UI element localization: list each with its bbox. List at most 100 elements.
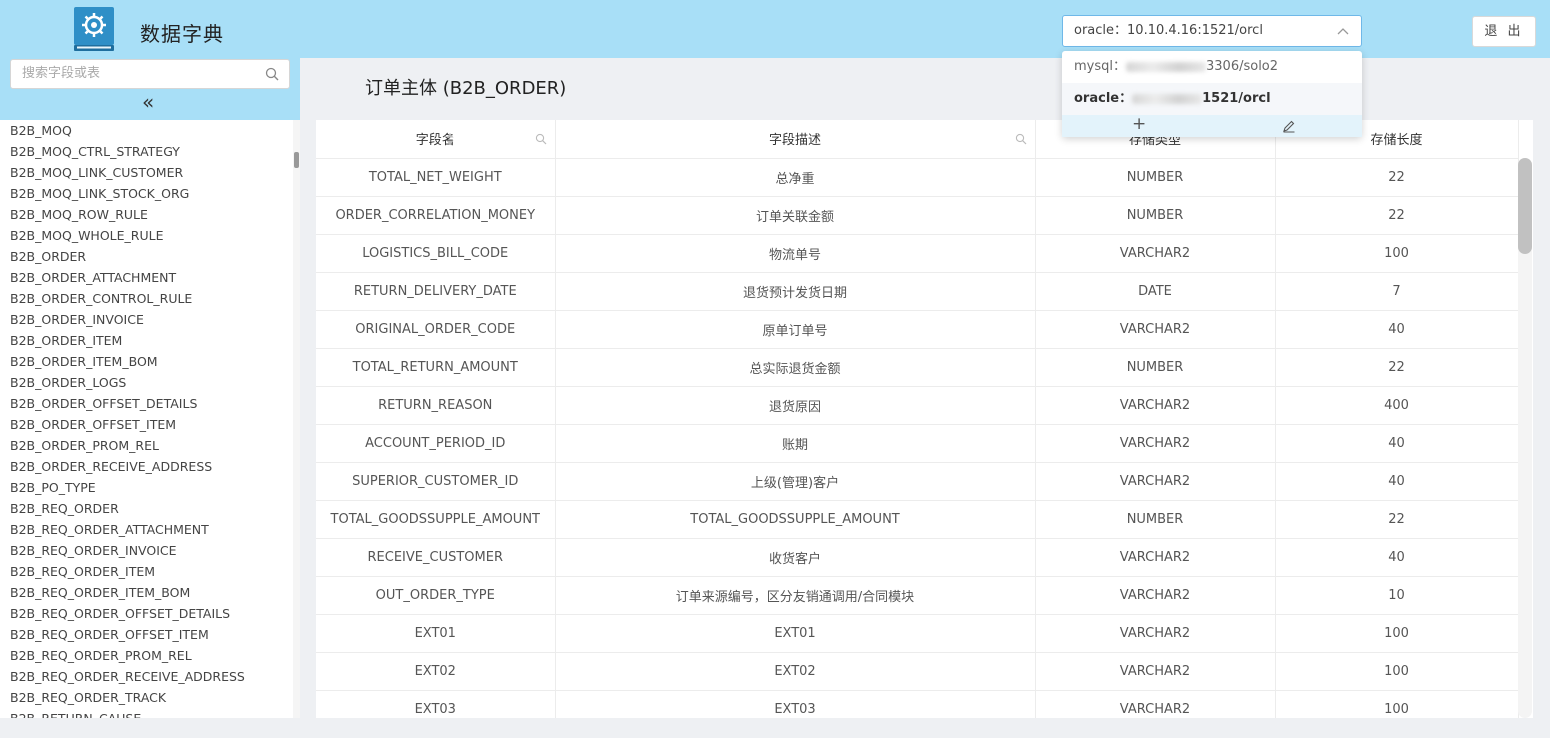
option-suffix: 1521/orcl — [1202, 91, 1271, 106]
cell-description: 收货客户 — [555, 538, 1036, 577]
table-row[interactable]: EXT01 EXT01 VARCHAR2 100 — [316, 614, 1519, 653]
table-row[interactable]: ACCOUNT_PERIOD_ID 账期 VARCHAR2 40 — [316, 424, 1519, 463]
cell-field-name: OUT_ORDER_TYPE — [316, 576, 556, 615]
sidebar-scrollbar[interactable] — [293, 120, 300, 718]
table-row[interactable]: TOTAL_RETURN_AMOUNT 总实际退货金额 NUMBER 22 — [316, 348, 1519, 387]
sidebar-item[interactable]: B2B_REQ_ORDER_INVOICE — [0, 540, 300, 561]
page-title: 订单主体 (B2B_ORDER) — [365, 78, 567, 99]
sidebar-scrollbar-thumb[interactable] — [294, 152, 299, 168]
cell-storage-length: 100 — [1275, 690, 1519, 718]
sidebar-item[interactable]: B2B_MOQ_CTRL_STRATEGY — [0, 141, 300, 162]
redacted-host — [1126, 61, 1206, 72]
database-option-selected[interactable]: oracle： 1521/orcl — [1062, 83, 1362, 115]
table-row[interactable]: SUPERIOR_CUSTOMER_ID 上级(管理)客户 VARCHAR2 40 — [316, 462, 1519, 501]
table-row[interactable]: RETURN_REASON 退货原因 VARCHAR2 400 — [316, 386, 1519, 425]
cell-storage-length: 22 — [1275, 158, 1519, 197]
table-row[interactable]: ORIGINAL_ORDER_CODE 原单订单号 VARCHAR2 40 — [316, 310, 1519, 349]
cell-storage-length: 22 — [1275, 348, 1519, 387]
table-row[interactable]: ORDER_CORRELATION_MONEY 订单关联金额 NUMBER 22 — [316, 196, 1519, 235]
database-select[interactable]: oracle：10.10.4.16:1521/orcl — [1062, 15, 1362, 47]
sidebar-item[interactable]: B2B_MOQ_ROW_RULE — [0, 204, 300, 225]
column-header-field-name[interactable]: 字段名 — [316, 120, 556, 159]
chevron-up-icon — [1337, 28, 1349, 35]
sidebar-item[interactable]: B2B_PO_TYPE — [0, 477, 300, 498]
sidebar-item[interactable]: B2B_ORDER_OFFSET_ITEM — [0, 414, 300, 435]
cell-storage-length: 22 — [1275, 500, 1519, 539]
sidebar-item[interactable]: B2B_ORDER_RECEIVE_ADDRESS — [0, 456, 300, 477]
cell-field-name: EXT02 — [316, 652, 556, 691]
search-icon[interactable] — [535, 133, 547, 145]
logout-button[interactable]: 退 出 — [1472, 16, 1536, 47]
search-input[interactable]: 搜索字段或表 — [10, 59, 290, 89]
cell-description: TOTAL_GOODSSUPPLE_AMOUNT — [555, 500, 1036, 539]
sidebar-item[interactable]: B2B_REQ_ORDER_OFFSET_ITEM — [0, 624, 300, 645]
cell-description: 退货原因 — [555, 386, 1036, 425]
pencil-icon[interactable] — [1282, 119, 1296, 133]
cell-field-name: EXT03 — [316, 690, 556, 718]
table-row[interactable]: EXT02 EXT02 VARCHAR2 100 — [316, 652, 1519, 691]
column-header-label: 存储长度 — [1370, 133, 1423, 149]
sidebar-item[interactable]: B2B_MOQ_WHOLE_RULE — [0, 225, 300, 246]
cell-storage-type: DATE — [1035, 272, 1276, 311]
dropdown-actions: + — [1062, 115, 1362, 137]
cell-field-name: ORDER_CORRELATION_MONEY — [316, 196, 556, 235]
sidebar-item[interactable]: B2B_REQ_ORDER_ITEM — [0, 561, 300, 582]
collapse-sidebar-button[interactable]: « — [142, 92, 160, 113]
sidebar-item[interactable]: B2B_REQ_ORDER_RECEIVE_ADDRESS — [0, 666, 300, 687]
search-placeholder: 搜索字段或表 — [22, 66, 101, 81]
cell-storage-length: 10 — [1275, 576, 1519, 615]
sidebar-item[interactable]: B2B_REQ_ORDER_OFFSET_DETAILS — [0, 603, 300, 624]
column-header-label: 字段描述 — [768, 133, 821, 149]
cell-description: 订单来源编号，区分友销通调用/合同模块 — [555, 576, 1036, 615]
cell-description: 总净重 — [555, 158, 1036, 197]
sidebar-item[interactable]: B2B_MOQ — [0, 120, 300, 141]
sidebar-item[interactable]: B2B_ORDER_ITEM_BOM — [0, 351, 300, 372]
column-header-description[interactable]: 字段描述 — [555, 120, 1036, 159]
sidebar-item[interactable]: B2B_ORDER_PROM_REL — [0, 435, 300, 456]
cell-description: EXT01 — [555, 614, 1036, 653]
search-icon[interactable] — [1015, 133, 1027, 145]
cell-field-name: TOTAL_RETURN_AMOUNT — [316, 348, 556, 387]
sidebar-item[interactable]: B2B_REQ_ORDER_ATTACHMENT — [0, 519, 300, 540]
sidebar-item[interactable]: B2B_REQ_ORDER_ITEM_BOM — [0, 582, 300, 603]
cell-field-name: SUPERIOR_CUSTOMER_ID — [316, 462, 556, 501]
option-prefix: mysql： — [1074, 59, 1126, 74]
sidebar-item[interactable]: B2B_REQ_ORDER — [0, 498, 300, 519]
search-icon — [265, 67, 279, 81]
cell-storage-type: NUMBER — [1035, 348, 1276, 387]
sidebar-item[interactable]: B2B_ORDER_CONTROL_RULE — [0, 288, 300, 309]
sidebar-item[interactable]: B2B_ORDER_INVOICE — [0, 309, 300, 330]
sidebar-item[interactable]: B2B_ORDER_LOGS — [0, 372, 300, 393]
cell-description: EXT03 — [555, 690, 1036, 718]
cell-field-name: TOTAL_GOODSSUPPLE_AMOUNT — [316, 500, 556, 539]
table-row[interactable]: RECEIVE_CUSTOMER 收货客户 VARCHAR2 40 — [316, 538, 1519, 577]
cell-description: EXT02 — [555, 652, 1036, 691]
cell-storage-type: VARCHAR2 — [1035, 462, 1276, 501]
sidebar-item[interactable]: B2B_REQ_ORDER_PROM_REL — [0, 645, 300, 666]
table-row[interactable]: OUT_ORDER_TYPE 订单来源编号，区分友销通调用/合同模块 VARCHAR… — [316, 576, 1519, 615]
sort-icon[interactable] — [446, 132, 454, 146]
sidebar-item[interactable]: B2B_MOQ_LINK_STOCK_ORG — [0, 183, 300, 204]
table-row[interactable]: RETURN_DELIVERY_DATE 退货预计发货日期 DATE 7 — [316, 272, 1519, 311]
database-option[interactable]: mysql： 3306/solo2 — [1062, 51, 1362, 83]
sidebar-item[interactable]: B2B_MOQ_LINK_CUSTOMER — [0, 162, 300, 183]
plus-icon[interactable]: + — [1132, 116, 1146, 133]
table-row[interactable]: EXT03 EXT03 VARCHAR2 100 — [316, 690, 1519, 718]
table-scrollbar-thumb[interactable] — [1518, 158, 1532, 254]
sidebar-item[interactable]: B2B_ORDER_ATTACHMENT — [0, 267, 300, 288]
cell-storage-length: 400 — [1275, 386, 1519, 425]
table-row[interactable]: LOGISTICS_BILL_CODE 物流单号 VARCHAR2 100 — [316, 234, 1519, 273]
sidebar-item[interactable]: B2B_ORDER_ITEM — [0, 330, 300, 351]
sidebar-item[interactable]: B2B_REQ_ORDER_TRACK — [0, 687, 300, 708]
option-suffix: 3306/solo2 — [1206, 59, 1279, 74]
sidebar-item[interactable]: B2B_ORDER_OFFSET_DETAILS — [0, 393, 300, 414]
cell-description: 总实际退货金额 — [555, 348, 1036, 387]
cell-field-name: RECEIVE_CUSTOMER — [316, 538, 556, 577]
table-row[interactable]: TOTAL_NET_WEIGHT 总净重 NUMBER 22 — [316, 158, 1519, 197]
table-row[interactable]: TOTAL_GOODSSUPPLE_AMOUNT TOTAL_GOODSSUPPL… — [316, 500, 1519, 539]
cell-storage-length: 40 — [1275, 310, 1519, 349]
cell-field-name: TOTAL_NET_WEIGHT — [316, 158, 556, 197]
sidebar-item[interactable]: B2B_ORDER — [0, 246, 300, 267]
sidebar-item[interactable]: B2B_RETURN_CAUSE — [0, 708, 300, 718]
cell-storage-type: NUMBER — [1035, 196, 1276, 235]
